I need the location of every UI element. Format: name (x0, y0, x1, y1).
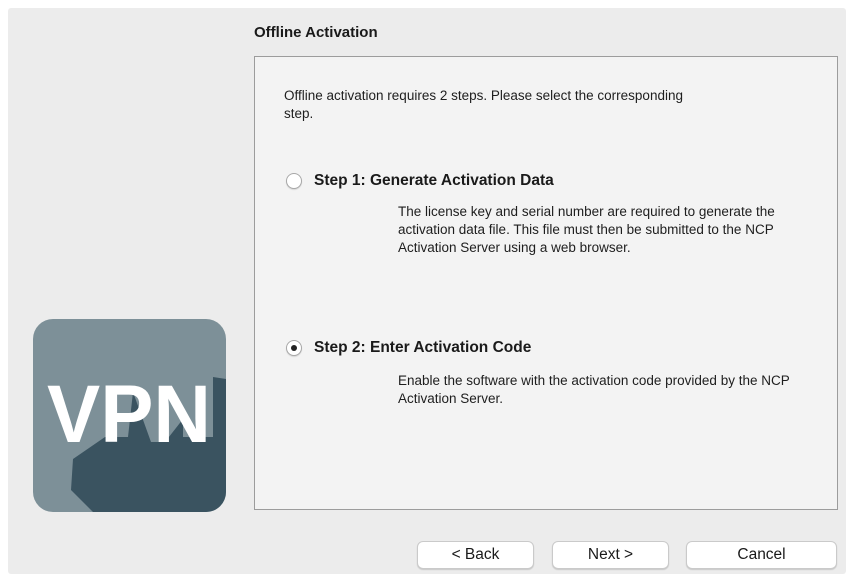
activation-wizard-window: Offline Activation VPN Offline activatio… (8, 8, 846, 574)
step-1-description: The license key and serial number are re… (398, 204, 775, 255)
cancel-button[interactable]: Cancel (686, 541, 837, 569)
intro-text: Offline activation requires 2 steps. Ple… (284, 88, 683, 121)
step-1-label[interactable]: Step 1: Generate Activation Data (314, 172, 554, 190)
step-2-label[interactable]: Step 2: Enter Activation Code (314, 339, 531, 357)
step-2-radio[interactable] (286, 340, 302, 356)
logo-text: VPN (47, 369, 211, 460)
step-2-option[interactable]: Step 2: Enter Activation Code (286, 339, 531, 357)
page-title: Offline Activation (254, 24, 378, 41)
next-button[interactable]: Next > (552, 541, 669, 569)
options-panel: Offline activation requires 2 steps. Ple… (254, 56, 838, 510)
vpn-logo: VPN (33, 319, 226, 512)
vpn-logo-graphic: VPN (47, 369, 226, 512)
step-1-option[interactable]: Step 1: Generate Activation Data (286, 172, 554, 190)
step-2-description: Enable the software with the activation … (398, 373, 790, 406)
step-1-radio[interactable] (286, 173, 302, 189)
back-button[interactable]: < Back (417, 541, 534, 569)
